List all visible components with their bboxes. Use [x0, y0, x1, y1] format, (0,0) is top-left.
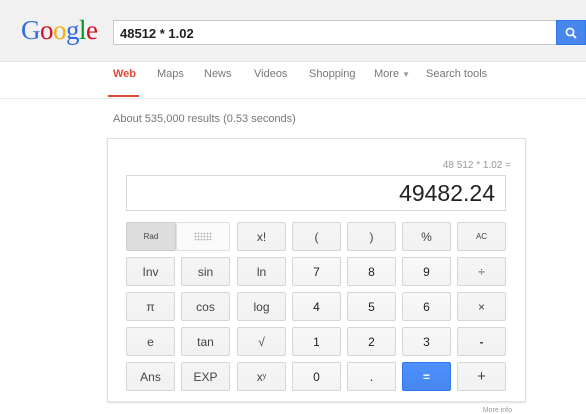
digit-5-button[interactable]: 5 [347, 292, 396, 321]
tab-more[interactable]: More ▼ [374, 68, 410, 80]
header-bar: Google 48512 * 1.02 [0, 0, 586, 62]
result-stats: About 535,000 results (0.53 seconds) [113, 113, 296, 125]
digit-9-button[interactable]: 9 [402, 257, 451, 286]
rad-button[interactable]: Rad [126, 222, 176, 251]
decimal-button[interactable]: . [347, 362, 396, 391]
more-info-link[interactable]: More info [483, 407, 512, 414]
nav-divider [0, 98, 586, 99]
open-paren-button[interactable]: ( [292, 222, 341, 251]
power-exponent-label: y [262, 373, 267, 380]
digit-7-button[interactable]: 7 [292, 257, 341, 286]
close-paren-button[interactable]: ) [347, 222, 396, 251]
all-clear-button[interactable]: AC [457, 222, 506, 251]
calculator-expression: 48 512 * 1.02 = [442, 160, 511, 171]
factorial-button[interactable]: x! [237, 222, 286, 251]
subtract-button[interactable]: - [457, 327, 506, 356]
magnifier-icon [565, 27, 577, 39]
power-button[interactable]: xy [237, 362, 286, 391]
calculator-card: 48 512 * 1.02 = 49482.24 Rad x! ( ) % AC… [107, 138, 526, 402]
tab-news[interactable]: News [204, 68, 232, 80]
deg-button[interactable] [176, 222, 230, 251]
tab-maps[interactable]: Maps [157, 68, 184, 80]
digit-4-button[interactable]: 4 [292, 292, 341, 321]
digit-6-button[interactable]: 6 [402, 292, 451, 321]
deg-placeholder-dots [194, 232, 212, 241]
tan-button[interactable]: tan [181, 327, 230, 356]
tab-search-tools[interactable]: Search tools [426, 68, 487, 80]
cos-button[interactable]: cos [181, 292, 230, 321]
tab-web[interactable]: Web [113, 68, 136, 80]
equals-button[interactable]: = [402, 362, 451, 391]
caret-down-icon: ▼ [402, 70, 411, 79]
tab-videos[interactable]: Videos [254, 68, 287, 80]
sin-button[interactable]: sin [181, 257, 230, 286]
tab-more-label: More [374, 68, 400, 80]
ans-button[interactable]: Ans [126, 362, 175, 391]
pi-button[interactable]: π [126, 292, 175, 321]
digit-8-button[interactable]: 8 [347, 257, 396, 286]
search-input[interactable]: 48512 * 1.02 [113, 20, 556, 45]
google-logo[interactable]: Google [21, 15, 98, 45]
digit-0-button[interactable]: 0 [292, 362, 341, 391]
e-button[interactable]: e [126, 327, 175, 356]
multiply-button[interactable]: × [457, 292, 506, 321]
exp-button[interactable]: EXP [181, 362, 230, 391]
ln-button[interactable]: ln [237, 257, 286, 286]
digit-2-button[interactable]: 2 [347, 327, 396, 356]
digit-1-button[interactable]: 1 [292, 327, 341, 356]
inv-button[interactable]: Inv [126, 257, 175, 286]
digit-3-button[interactable]: 3 [402, 327, 451, 356]
calculator-display: 49482.24 [126, 175, 506, 211]
log-button[interactable]: log [237, 292, 286, 321]
active-tab-indicator [108, 95, 139, 97]
sqrt-button[interactable]: √ [237, 327, 286, 356]
percent-button[interactable]: % [402, 222, 451, 251]
tab-shopping[interactable]: Shopping [309, 68, 356, 80]
add-button[interactable]: + [457, 362, 506, 391]
search-button[interactable] [556, 20, 586, 45]
divide-button[interactable]: ÷ [457, 257, 506, 286]
